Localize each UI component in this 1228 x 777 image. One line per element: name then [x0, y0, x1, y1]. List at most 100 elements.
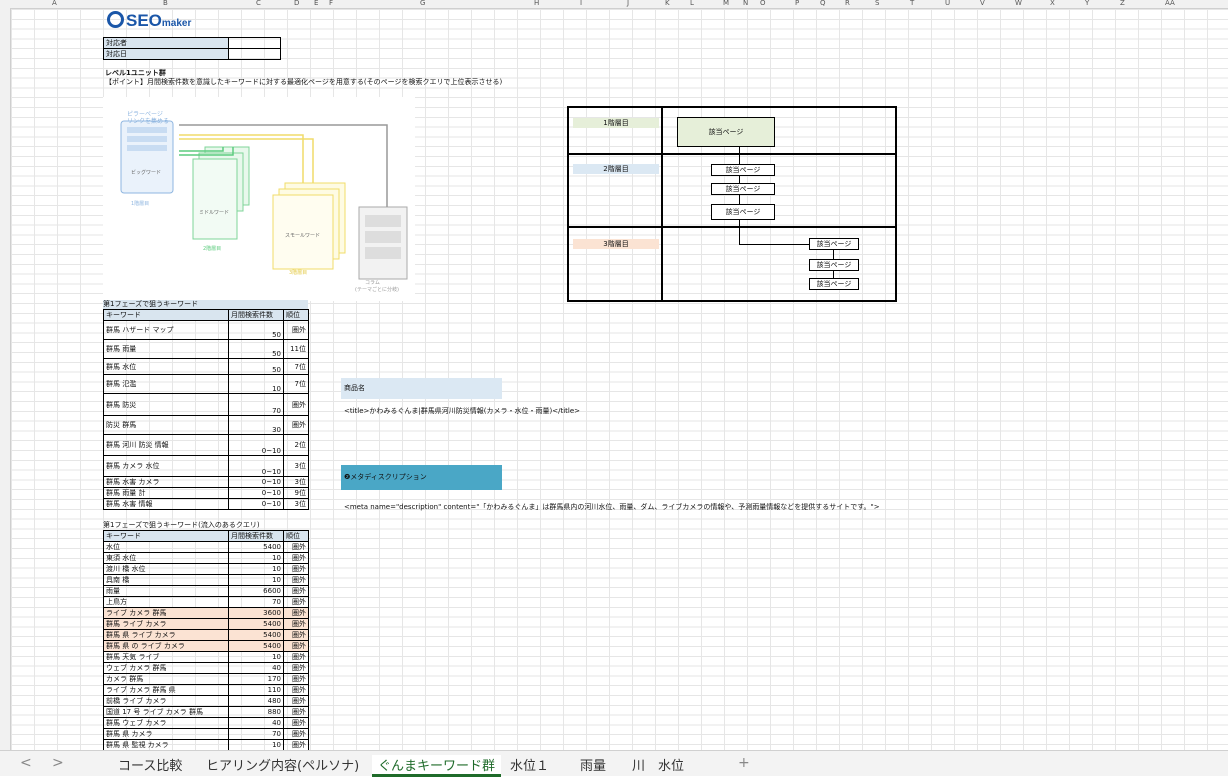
- table-row[interactable]: 群馬 防災 70 圏外: [103, 393, 309, 416]
- rank-cell[interactable]: 圏外: [283, 552, 309, 564]
- table-row[interactable]: 前橋 ライブ カメラ 480 圏外: [103, 695, 309, 707]
- keyword-cell[interactable]: 群馬 県 の ライブ カメラ: [103, 640, 229, 652]
- keyword-cell[interactable]: 群馬 雨量 計: [103, 487, 229, 499]
- rank-cell[interactable]: 9位: [283, 487, 309, 499]
- rank-cell[interactable]: 圏外: [283, 706, 309, 718]
- volume-cell[interactable]: 170: [228, 673, 284, 685]
- rank-cell[interactable]: 2位: [283, 434, 309, 456]
- tab-gunma-keywords[interactable]: ぐんまキーワード群: [372, 755, 502, 777]
- keyword-cell[interactable]: 雨量: [103, 585, 229, 597]
- volume-cell[interactable]: 10: [228, 739, 284, 750]
- volume-cell[interactable]: 30: [228, 415, 284, 435]
- prev-sheet-arrow-icon[interactable]: <: [20, 755, 32, 771]
- keyword-cell[interactable]: 群馬 防災: [103, 393, 229, 416]
- table-row[interactable]: 群馬 水害 情報 0~10 3位: [103, 498, 309, 510]
- table-row[interactable]: 水位 5400 圏外: [103, 541, 309, 553]
- keyword-cell[interactable]: 群馬 ハザード マップ: [103, 320, 229, 340]
- tab-hearing-persona[interactable]: ヒアリング内容(ペルソナ): [206, 755, 359, 774]
- volume-cell[interactable]: 0~10: [228, 498, 284, 510]
- rank-cell[interactable]: 圏外: [283, 717, 309, 729]
- volume-cell[interactable]: 10: [228, 651, 284, 663]
- volume-cell[interactable]: 0~10: [228, 455, 284, 477]
- table-row[interactable]: 群馬 氾濫 10 7位: [103, 374, 309, 394]
- volume-cell[interactable]: 0~10: [228, 487, 284, 499]
- volume-cell[interactable]: 40: [228, 662, 284, 674]
- table-row[interactable]: 防災 群馬 30 圏外: [103, 415, 309, 435]
- keyword-cell[interactable]: 群馬 ライブ カメラ: [103, 618, 229, 630]
- volume-cell[interactable]: 10: [228, 563, 284, 575]
- rank-cell[interactable]: 圏外: [283, 585, 309, 597]
- add-sheet-icon[interactable]: +: [738, 755, 750, 771]
- keyword-cell[interactable]: 防災 群馬: [103, 415, 229, 435]
- table-row[interactable]: 群馬 県 の ライブ カメラ 5400 圏外: [103, 640, 309, 652]
- volume-cell[interactable]: 880: [228, 706, 284, 718]
- table-row[interactable]: 国道 17 号 ライブ カメラ 群馬 880 圏外: [103, 706, 309, 718]
- table-row[interactable]: 群馬 水害 カメラ 0~10 3位: [103, 476, 309, 488]
- rank-cell[interactable]: 圏外: [283, 728, 309, 740]
- spreadsheet-grid[interactable]: SEOmaker 対応者 対応日 レベル1ユニット群 【ポイント】月間検索件数を…: [11, 9, 1228, 750]
- volume-cell[interactable]: 50: [228, 320, 284, 340]
- rank-cell[interactable]: 圏外: [283, 563, 309, 575]
- tab-water-level[interactable]: 水位１: [510, 755, 549, 774]
- rank-cell[interactable]: 圏外: [283, 684, 309, 696]
- rank-cell[interactable]: 圏外: [283, 640, 309, 652]
- rank-cell[interactable]: 圏外: [283, 393, 309, 416]
- volume-cell[interactable]: 5400: [228, 629, 284, 641]
- volume-cell[interactable]: 50: [228, 358, 284, 375]
- table-row[interactable]: 群馬 県 監視 カメラ 10 圏外: [103, 739, 309, 750]
- meta-description-tag[interactable]: <meta name="description" content="「かわみるぐ…: [344, 503, 880, 512]
- volume-cell[interactable]: 70: [228, 393, 284, 416]
- table-row[interactable]: 群馬 カメラ 水位 0~10 3位: [103, 455, 309, 477]
- keyword-cell[interactable]: 群馬 水害 情報: [103, 498, 229, 510]
- volume-cell[interactable]: 480: [228, 695, 284, 707]
- rank-cell[interactable]: 3位: [283, 455, 309, 477]
- date-value[interactable]: [228, 48, 281, 60]
- volume-cell[interactable]: 10: [228, 552, 284, 564]
- table-row[interactable]: ウェブ カメラ 群馬 40 圏外: [103, 662, 309, 674]
- table-row[interactable]: 群馬 雨量 50 11位: [103, 339, 309, 359]
- volume-cell[interactable]: 0~10: [228, 434, 284, 456]
- volume-cell[interactable]: 70: [228, 728, 284, 740]
- keyword-cell[interactable]: 具南 橋: [103, 574, 229, 586]
- rank-cell[interactable]: 圏外: [283, 739, 309, 750]
- rank-cell[interactable]: 圏外: [283, 607, 309, 619]
- volume-cell[interactable]: 5400: [228, 541, 284, 553]
- table-row[interactable]: 群馬 水位 50 7位: [103, 358, 309, 375]
- rank-cell[interactable]: 7位: [283, 358, 309, 375]
- volume-cell[interactable]: 10: [228, 374, 284, 394]
- assignee-value[interactable]: [228, 37, 281, 49]
- keyword-cell[interactable]: 渡川 橋 水位: [103, 563, 229, 575]
- rank-cell[interactable]: 3位: [283, 498, 309, 510]
- keyword-cell[interactable]: 群馬 河川 防災 情報: [103, 434, 229, 456]
- table-row[interactable]: ライブ カメラ 群馬 3600 圏外: [103, 607, 309, 619]
- table-row[interactable]: 群馬 ライブ カメラ 5400 圏外: [103, 618, 309, 630]
- table-row[interactable]: 上鳥方 70 圏外: [103, 596, 309, 608]
- table-row[interactable]: ライブ カメラ 群馬 県 110 圏外: [103, 684, 309, 696]
- volume-cell[interactable]: 110: [228, 684, 284, 696]
- table-row[interactable]: 群馬 河川 防災 情報 0~10 2位: [103, 434, 309, 456]
- keyword-cell[interactable]: 国道 17 号 ライブ カメラ 群馬: [103, 706, 229, 718]
- rank-cell[interactable]: 圏外: [283, 695, 309, 707]
- rank-cell[interactable]: 圏外: [283, 673, 309, 685]
- table-row[interactable]: 渡川 橋 水位 10 圏外: [103, 563, 309, 575]
- volume-cell[interactable]: 50: [228, 339, 284, 359]
- rank-cell[interactable]: 11位: [283, 339, 309, 359]
- keyword-cell[interactable]: 群馬 県 ライブ カメラ: [103, 629, 229, 641]
- meta-description-label[interactable]: ❷メタディスクリプション: [341, 465, 502, 490]
- table-row[interactable]: 群馬 雨量 計 0~10 9位: [103, 487, 309, 499]
- table-row[interactable]: 雨量 6600 圏外: [103, 585, 309, 597]
- keyword-cell[interactable]: ウェブ カメラ 群馬: [103, 662, 229, 674]
- keyword-cell[interactable]: 群馬 天気 ライブ: [103, 651, 229, 663]
- keyword-cell[interactable]: 水位: [103, 541, 229, 553]
- rank-cell[interactable]: 圏外: [283, 596, 309, 608]
- volume-cell[interactable]: 40: [228, 717, 284, 729]
- tab-river-level[interactable]: 川 水位: [632, 755, 684, 774]
- volume-cell[interactable]: 10: [228, 574, 284, 586]
- keyword-cell[interactable]: 群馬 県 カメラ: [103, 728, 229, 740]
- keyword-cell[interactable]: 東須 水位: [103, 552, 229, 564]
- keyword-cell[interactable]: カメラ 群馬: [103, 673, 229, 685]
- tab-course-compare[interactable]: コース比較: [118, 755, 182, 774]
- keyword-cell[interactable]: 群馬 氾濫: [103, 374, 229, 394]
- table-row[interactable]: 群馬 天気 ライブ 10 圏外: [103, 651, 309, 663]
- rank-cell[interactable]: 圏外: [283, 541, 309, 553]
